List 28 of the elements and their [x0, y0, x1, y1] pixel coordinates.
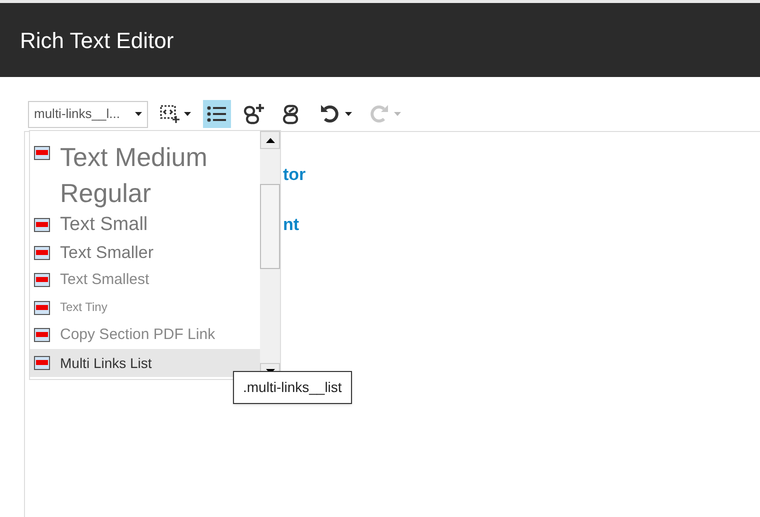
style-icon: [34, 246, 50, 260]
editor-text: tor: [283, 164, 307, 186]
style-menu-item[interactable]: Text Smaller: [30, 239, 260, 266]
style-select[interactable]: multi-links__l...: [28, 100, 148, 128]
style-menu-item[interactable]: Text Medium Regular: [30, 139, 260, 211]
bulleted-list-icon: [207, 105, 227, 123]
style-icon: [34, 301, 50, 315]
caret-icon: [135, 112, 142, 116]
redo-icon: [368, 104, 390, 124]
style-menu-item[interactable]: Text Small: [30, 211, 260, 239]
tooltip: .multi-links__list: [233, 371, 352, 404]
scroll-thumb[interactable]: [260, 184, 280, 268]
code-frame-icon: [160, 104, 180, 124]
scroll-up-icon[interactable]: [260, 131, 280, 149]
undo-icon: [319, 104, 341, 124]
style-menu-item[interactable]: Copy Section PDF Link: [30, 321, 260, 349]
style-icon: [34, 218, 50, 232]
toolbar-button[interactable]: [203, 100, 231, 128]
window-title: Rich Text Editor: [20, 26, 174, 54]
style-menu-item[interactable]: Text Tiny: [30, 294, 260, 321]
editor-text: nt: [283, 214, 300, 236]
style-icon: [34, 146, 50, 160]
add-link-icon: [243, 103, 265, 125]
style-icon: [34, 356, 50, 370]
style-icon: [34, 328, 50, 342]
style-menu-item[interactable]: Text Smallest: [30, 266, 260, 294]
style-icon: [34, 273, 50, 287]
style-menu-item[interactable]: Multi Links List: [30, 349, 260, 377]
